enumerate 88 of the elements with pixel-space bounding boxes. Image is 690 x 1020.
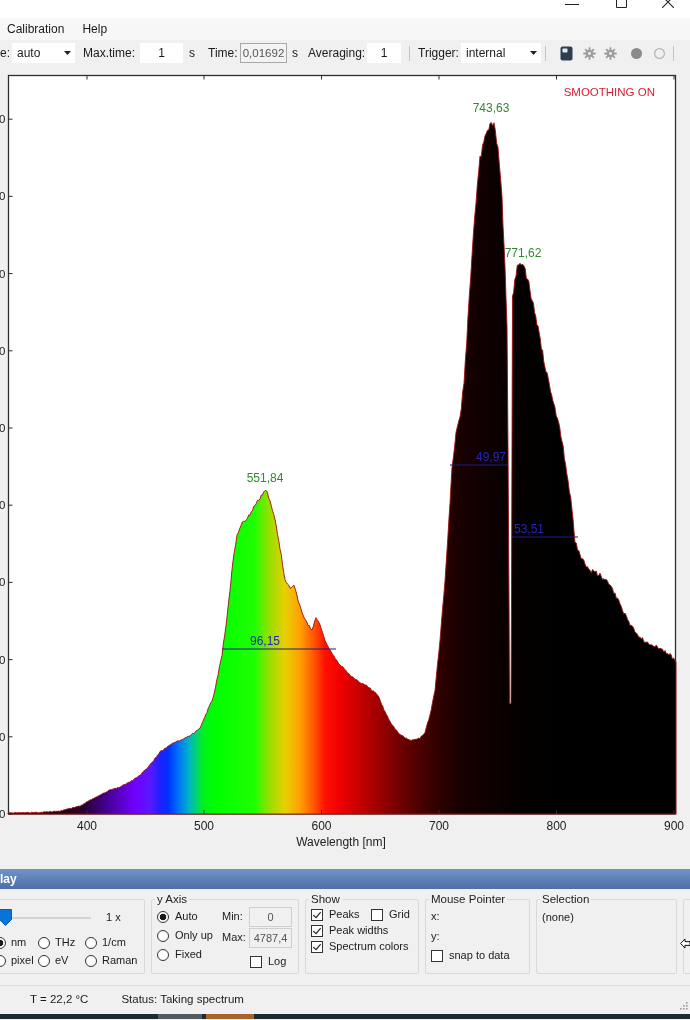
field-label: Min: <box>222 910 244 924</box>
field-label: Max.time: <box>83 45 135 61</box>
radio-label[interactable]: eV <box>55 954 69 968</box>
peak-width-line <box>449 464 509 466</box>
radio-button[interactable] <box>157 948 169 961</box>
radio-button[interactable] <box>157 910 169 923</box>
status-text: Status: Taking spectrum <box>121 993 244 1007</box>
menu-item[interactable]: Calibration <box>7 21 65 37</box>
radio-label[interactable]: Only up <box>175 928 213 943</box>
radio-label[interactable]: 1/cm <box>102 936 126 950</box>
axis-tick-label: 600 <box>311 819 332 833</box>
axis-tick-label: 500 <box>194 819 214 833</box>
radio-button[interactable] <box>85 955 97 967</box>
axis-tick-label: 0 <box>0 576 6 589</box>
axis-tick-label: 0 <box>0 113 6 126</box>
axis-tick-label: 0 <box>0 190 6 203</box>
checkbox-label[interactable]: Peak widths <box>329 924 389 938</box>
device-icon[interactable] <box>560 45 573 61</box>
peak-width-label: 96,15 <box>250 634 280 648</box>
panel-header: lay <box>0 869 690 889</box>
axis-tick-label: 0 <box>0 422 6 434</box>
radio-label[interactable]: Auto <box>175 909 198 924</box>
peak-width-line <box>511 536 579 538</box>
radio-button[interactable] <box>38 955 50 967</box>
checkbox[interactable] <box>371 909 383 921</box>
axis-tick-label: 0 <box>0 267 6 280</box>
resize-cursor-icon <box>680 938 690 949</box>
radio-label[interactable]: Raman <box>102 954 138 968</box>
coordinate-label: x: <box>431 909 440 924</box>
field-label: e: <box>0 45 10 61</box>
unit-label: s <box>189 45 195 61</box>
axis-tick-label: 0 <box>0 653 6 666</box>
checkbox[interactable] <box>431 949 443 962</box>
peak-width-label: 53,51 <box>514 522 545 536</box>
checkbox-label[interactable]: Peaks <box>329 908 360 922</box>
status-text: T = 22,2 °C <box>30 993 89 1007</box>
close-icon[interactable] <box>662 0 674 8</box>
axis-tick-label: 0 <box>0 730 6 743</box>
dropdown[interactable]: internal <box>461 43 541 63</box>
radio-label[interactable]: Fixed <box>175 947 202 962</box>
checkbox[interactable] <box>311 941 323 953</box>
unit-label: s <box>292 45 298 61</box>
group-title: Mouse Pointer <box>430 893 507 905</box>
dropdown[interactable]: auto <box>12 43 75 63</box>
smoothing-indicator: SMOOTHING ON <box>563 86 655 98</box>
checkbox-label[interactable]: Log <box>268 955 287 969</box>
radio-button[interactable] <box>38 937 50 949</box>
checkbox-label[interactable]: Grid <box>389 908 410 922</box>
checkbox[interactable] <box>311 909 323 921</box>
group-title: Show <box>310 893 341 905</box>
axis-title: Wavelength [nm] <box>296 835 386 849</box>
input-field[interactable]: 1 <box>140 43 183 63</box>
radio-label[interactable]: THz <box>55 936 76 950</box>
axis-tick-label: 700 <box>429 819 449 833</box>
axis-tick-label: 800 <box>546 819 567 833</box>
radio-label[interactable]: nm <box>11 936 27 950</box>
checkbox-label[interactable]: snap to data <box>449 949 510 963</box>
resize-grip-icon[interactable] <box>680 1002 688 1010</box>
axis-tick-label: 400 <box>77 819 97 833</box>
maximize-icon[interactable] <box>616 0 627 8</box>
peak-width-label: 49,97 <box>475 450 506 464</box>
checkbox[interactable] <box>311 925 323 937</box>
field-label: Max: <box>222 931 247 945</box>
checkbox[interactable] <box>250 955 262 968</box>
axis-tick-label: 900 <box>664 819 684 833</box>
slider-reading: 1 x <box>106 910 121 925</box>
radio-label[interactable]: pixel <box>11 954 34 968</box>
radio-button[interactable] <box>157 929 169 942</box>
field-label: Averaging: <box>308 45 366 61</box>
peak-label: 771,62 <box>504 246 542 260</box>
menu-item[interactable]: Help <box>82 21 108 37</box>
field-label: Trigger: <box>418 45 459 61</box>
axis-tick-label: 0 <box>0 344 6 357</box>
selection-value: (none) <box>542 910 574 925</box>
axis-tick-label: 0 <box>0 808 6 820</box>
peak-label: 551,84 <box>246 471 284 485</box>
axis-tick-label: 0 <box>0 499 6 512</box>
radio-button[interactable] <box>85 937 97 949</box>
field-label: Time: <box>208 45 238 61</box>
peak-label: 743,63 <box>472 101 510 115</box>
caret-icon <box>64 51 71 55</box>
group-title: Selection <box>541 893 591 905</box>
caret-icon <box>530 51 537 55</box>
input-field[interactable]: 1 <box>367 43 402 63</box>
coordinate-label: y: <box>431 929 440 944</box>
slider-thumb[interactable] <box>0 909 12 926</box>
checkbox-label[interactable]: Spectrum colors <box>329 940 409 954</box>
group-title: y Axis <box>156 893 189 905</box>
